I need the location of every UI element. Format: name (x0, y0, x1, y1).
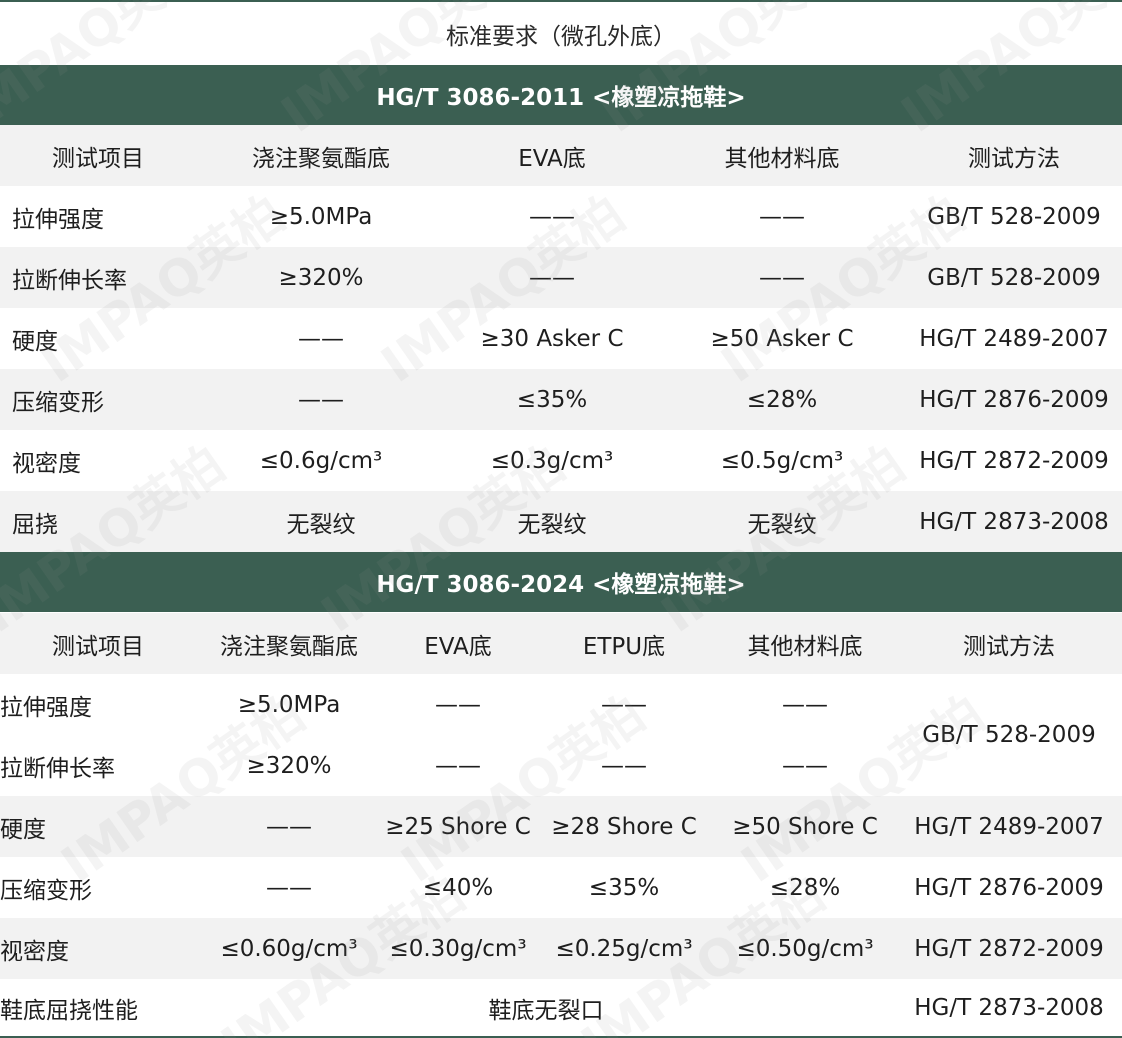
header-row-2024: 测试项目 浇注聚氨酯底 EVA底 ETPU底 其他材料底 测试方法 (0, 613, 1122, 674)
row-label: 压缩变形 (0, 877, 92, 904)
row-label: 拉断伸长率 (12, 267, 127, 294)
table-row: 拉断伸长率 ≥320% —— —— GB/T 528-2009 (0, 247, 1122, 308)
table-cell: HG/T 2873-2008 (919, 508, 1109, 535)
table-cell-merged: 鞋底无裂口 (488, 997, 604, 1024)
table-row: 拉伸强度 ≥5.0MPa —— —— GB/T 528-2009 (0, 186, 1122, 247)
table-cell: HG/T 2872-2009 (914, 935, 1104, 962)
table-cell: ≤40% (422, 874, 494, 901)
table-cell: —— (266, 813, 312, 840)
table-cell: 无裂纹 (286, 511, 356, 538)
table-cell: HG/T 2876-2009 (919, 386, 1109, 413)
header-cell: 测试方法 (963, 633, 1055, 660)
table-row: 屈挠 无裂纹 无裂纹 无裂纹 HG/T 2873-2008 (0, 491, 1122, 552)
table-cell: ≥30 Asker C (480, 325, 624, 352)
section-band-2011: HG/T 3086-2011 <橡塑凉拖鞋> (0, 65, 1122, 125)
table-cell: —— (298, 325, 344, 352)
table-cell: ≤0.25g/cm³ (555, 935, 693, 962)
table-cell: 无裂纹 (747, 511, 817, 538)
header-row-2011: 测试项目 浇注聚氨酯底 EVA底 其他材料底 测试方法 (0, 125, 1122, 186)
table-cell: ≤0.3g/cm³ (490, 447, 614, 474)
table-cell: GB/T 528-2009 (927, 203, 1101, 230)
table-cell: ≥5.0MPa (269, 203, 373, 230)
row-label: 硬度 (12, 328, 58, 355)
table-cell: HG/T 2872-2009 (919, 447, 1109, 474)
table-row: 硬度 —— ≥25 Shore C ≥28 Shore C ≥50 Shore … (0, 796, 1122, 857)
table-cell: ≥25 Shore C (385, 813, 531, 840)
row-label: 压缩变形 (12, 389, 104, 416)
table-cell: HG/T 2489-2007 (919, 325, 1109, 352)
table-cell: —— (529, 203, 575, 230)
table-cell: ≤0.60g/cm³ (220, 935, 358, 962)
header-cell: 浇注聚氨酯底 (220, 633, 358, 660)
table-cell: ≤28% (746, 386, 818, 413)
table-cell: —— (266, 874, 312, 901)
table-cell: HG/T 2489-2007 (914, 813, 1104, 840)
table-row: 视密度 ≤0.60g/cm³ ≤0.30g/cm³ ≤0.25g/cm³ ≤0.… (0, 918, 1122, 979)
table-row: 视密度 ≤0.6g/cm³ ≤0.3g/cm³ ≤0.5g/cm³ HG/T 2… (0, 430, 1122, 491)
table-cell: —— (298, 386, 344, 413)
table-cell: ≥320% (246, 752, 332, 779)
row-label: 视密度 (0, 938, 69, 965)
table-cell: GB/T 528-2009 (927, 264, 1101, 291)
section-band-2024: HG/T 3086-2024 <橡塑凉拖鞋> (0, 552, 1122, 612)
table-cell: —— (435, 691, 481, 718)
header-cell: 浇注聚氨酯底 (252, 145, 390, 172)
header-cell: 其他材料底 (747, 633, 863, 660)
table-cell: ≥50 Asker C (710, 325, 854, 352)
table-cell: HG/T 2876-2009 (914, 874, 1104, 901)
table-cell: —— (601, 691, 647, 718)
table-cell: —— (782, 752, 828, 779)
table-cell: 无裂纹 (517, 511, 587, 538)
header-cell: 测试项目 (52, 633, 144, 660)
row-label: 拉断伸长率 (0, 755, 115, 782)
table-cell: ≤0.50g/cm³ (736, 935, 874, 962)
header-cell: EVA底 (424, 633, 492, 660)
table-cell: ≥28 Shore C (551, 813, 697, 840)
table-row: 压缩变形 —— ≤40% ≤35% ≤28% HG/T 2876-2009 (0, 857, 1122, 918)
header-cell: ETPU底 (582, 633, 666, 660)
table-cell: ≤28% (769, 874, 841, 901)
table-cell: —— (759, 203, 805, 230)
table-cell: ≤0.6g/cm³ (259, 447, 383, 474)
table-row: 鞋底屈挠性能 鞋底无裂口 HG/T 2873-2008 (0, 979, 1122, 1036)
table-row: 硬度 —— ≥30 Asker C ≥50 Asker C HG/T 2489-… (0, 308, 1122, 369)
table-cell: ≤0.30g/cm³ (389, 935, 527, 962)
header-cell: 其他材料底 (724, 145, 840, 172)
table-title: 标准要求（微孔外底） (0, 3, 1122, 65)
table-cell: —— (601, 752, 647, 779)
table-cell: ≤0.5g/cm³ (720, 447, 844, 474)
table-cell: HG/T 2873-2008 (914, 994, 1104, 1021)
table-cell: ≤35% (516, 386, 588, 413)
header-cell: 测试项目 (52, 145, 144, 172)
header-cell: 测试方法 (968, 145, 1060, 172)
row-label: 拉伸强度 (12, 206, 104, 233)
row-label: 硬度 (0, 816, 46, 843)
table-cell: ≥5.0MPa (237, 691, 341, 718)
table-cell: —— (782, 691, 828, 718)
row-label: 拉伸强度 (0, 694, 92, 721)
table-cell: —— (529, 264, 575, 291)
table-cell: —— (759, 264, 805, 291)
table-cell: ≥320% (278, 264, 364, 291)
table-cell: ≤35% (588, 874, 660, 901)
row-label: 鞋底屈挠性能 (0, 997, 138, 1024)
merged-test-method: GB/T 528-2009 (922, 722, 1096, 748)
header-cell: EVA底 (518, 145, 586, 172)
table-cell: —— (435, 752, 481, 779)
row-label: 视密度 (12, 450, 81, 477)
row-label: 屈挠 (12, 511, 58, 538)
table-cell: ≥50 Shore C (732, 813, 878, 840)
top-rule (0, 0, 1122, 2)
table-row: 压缩变形 —— ≤35% ≤28% HG/T 2876-2009 (0, 369, 1122, 430)
